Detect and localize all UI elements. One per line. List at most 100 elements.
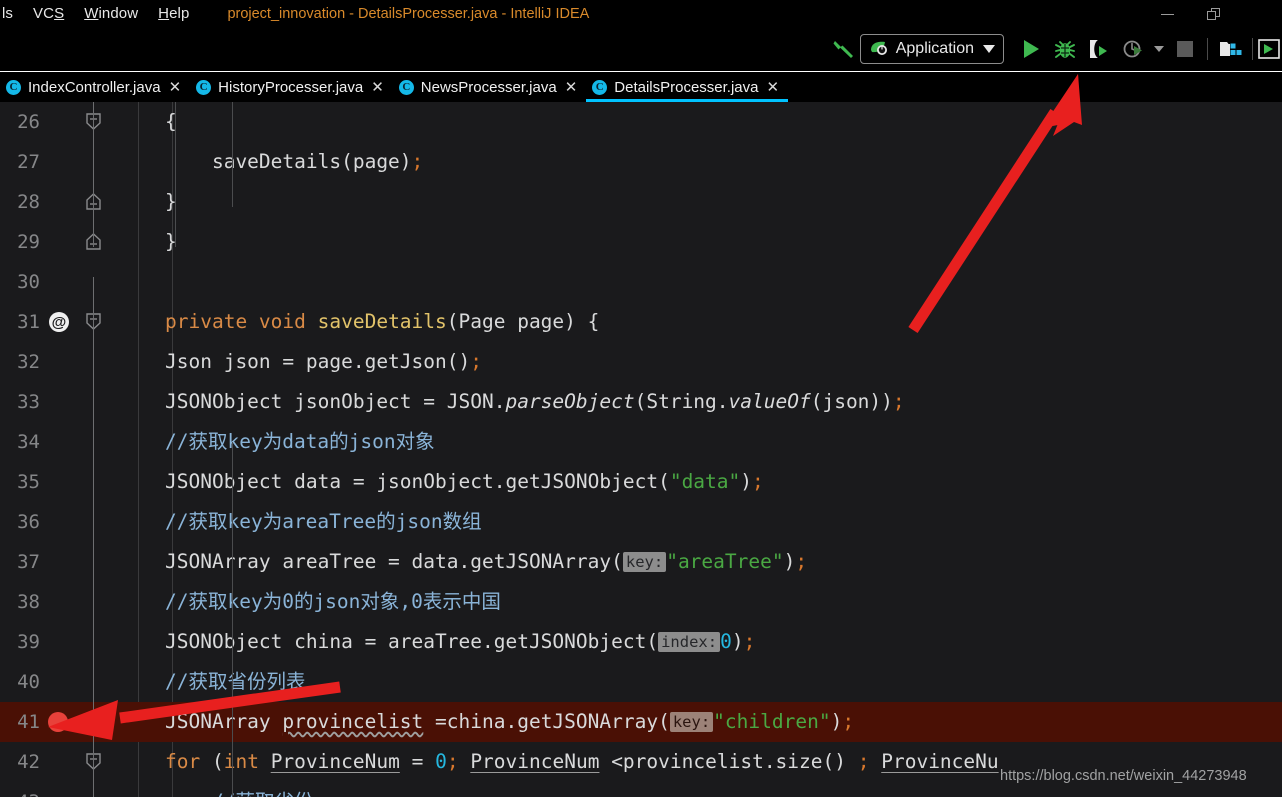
editor-tab-indexcontroller[interactable]: C IndexController.java ✕: [0, 72, 190, 102]
line-number: 37: [17, 551, 40, 573]
spring-leaf-icon: [870, 41, 887, 55]
menu-item-help-mnemonic: H: [158, 5, 170, 22]
stop-button[interactable]: [1168, 28, 1202, 70]
code-line-38[interactable]: 38 //获取key为0的json对象,0表示中国: [0, 582, 1282, 622]
code-text: JSONArray areaTree = data.getJSONArray(k…: [165, 550, 808, 573]
breakpoint-marker[interactable]: [48, 712, 68, 732]
menu-item-vcs-pre: VC: [33, 5, 55, 22]
code-line-31[interactable]: 31 @ private void saveDetails(Page page) {: [0, 302, 1282, 342]
stop-square-icon: [1177, 41, 1193, 57]
code-text: saveDetails(page);: [165, 150, 424, 173]
code-text: JSONArray provincelist =china.getJSONArr…: [165, 710, 855, 733]
line-number: 32: [17, 351, 40, 373]
code-line-41[interactable]: 41 JSONArray provincelist =china.getJSONA…: [0, 702, 1282, 742]
editor-tab-historyprocesser[interactable]: C HistoryProcesser.java ✕: [190, 72, 393, 102]
menu-bar: ls VCS Window Help: [0, 0, 189, 28]
indent-guide: [232, 102, 233, 207]
profiler-button[interactable]: [1116, 28, 1150, 70]
code-text: //获取省份: [165, 782, 314, 797]
run-configuration-label: Application: [895, 40, 974, 57]
java-class-icon: C: [398, 79, 414, 95]
code-text: JSONObject china = areaTree.getJSONObjec…: [165, 630, 756, 653]
code-text: Json json = page.getJson();: [165, 350, 482, 373]
toolbar-separator: [1207, 38, 1208, 60]
editor-tab-label: HistoryProcesser.java: [218, 78, 364, 96]
menu-item-vcs[interactable]: VCS: [33, 0, 64, 28]
code-line-37[interactable]: 37 JSONArray areaTree = data.getJSONArray…: [0, 542, 1282, 582]
code-text: JSONObject jsonObject = JSON.parseObject…: [165, 390, 905, 413]
editor-tab-label: DetailsProcesser.java: [614, 78, 759, 96]
watermark-text: https://blog.csdn.net/weixin_44273948: [1000, 768, 1247, 784]
line-number: 33: [17, 391, 40, 413]
code-line-34[interactable]: 34 //获取key为data的json对象: [0, 422, 1282, 462]
window-title: project_innovation - DetailsProcesser.ja…: [227, 6, 590, 22]
code-line-39[interactable]: 39 JSONObject china = areaTree.getJSONObj…: [0, 622, 1282, 662]
code-line-26[interactable]: 26{: [0, 102, 1282, 142]
chevron-down-icon: [983, 45, 995, 53]
code-line-29[interactable]: 29}: [0, 222, 1282, 262]
title-bar: ls VCS Window Help project_innovation - …: [0, 0, 1282, 28]
code-text: //获取key为data的json对象: [165, 430, 435, 453]
code-editor[interactable]: 26{27 saveDetails(page); 28} 29} 30 31 @ priva…: [0, 102, 1282, 797]
editor-tab-label: NewsProcesser.java: [420, 78, 557, 96]
tab-close-icon[interactable]: ✕: [371, 80, 384, 95]
menu-item-vcs-mnemonic: S: [54, 5, 65, 22]
restore-button[interactable]: [1190, 0, 1236, 28]
code-line-35[interactable]: 35 JSONObject data = jsonObject.getJSONOb…: [0, 462, 1282, 502]
code-line-40[interactable]: 40 //获取省份列表: [0, 662, 1282, 702]
line-number: 35: [17, 471, 40, 493]
profiler-dropdown[interactable]: [1150, 28, 1168, 70]
menu-item-window[interactable]: Window: [84, 0, 138, 28]
run-configuration-selector[interactable]: Application: [859, 34, 1004, 64]
code-line-33[interactable]: 33 JSONObject jsonObject = JSON.parseObje…: [0, 382, 1282, 422]
toolbar-right-group: Application: [826, 28, 1282, 70]
editor-tab-newsprocesser[interactable]: C NewsProcesser.java ✕: [393, 72, 586, 102]
menu-item-tools[interactable]: ls: [2, 0, 13, 28]
code-line-30[interactable]: 30: [0, 262, 1282, 302]
coverage-icon: [1090, 40, 1107, 58]
java-class-icon: C: [6, 79, 21, 95]
menu-item-help[interactable]: Help: [158, 0, 189, 28]
line-number: 39: [17, 631, 40, 653]
run-coverage-button[interactable]: [1082, 28, 1116, 70]
run-button[interactable]: [1014, 28, 1048, 70]
editor-tab-detailsprocesser[interactable]: C DetailsProcesser.java ✕: [586, 72, 788, 102]
indent-guide: [232, 442, 233, 797]
code-line-36[interactable]: 36 //获取key为areaTree的json数组: [0, 502, 1282, 542]
indent-guide: [175, 102, 176, 247]
close-button[interactable]: [1236, 0, 1282, 28]
code-line-43[interactable]: 43 //获取省份: [0, 782, 1282, 797]
code-line-32[interactable]: 32 Json json = page.getJson();: [0, 342, 1282, 382]
tab-close-icon[interactable]: ✕: [565, 80, 578, 95]
run-anything-button[interactable]: [1258, 28, 1280, 70]
code-text: //获取key为areaTree的json数组: [165, 510, 482, 533]
line-number: 26: [17, 111, 40, 133]
code-text: //获取key为0的json对象,0表示中国: [165, 590, 501, 613]
tab-close-icon[interactable]: ✕: [767, 80, 780, 95]
line-number: 42: [17, 751, 40, 773]
line-number: 29: [17, 231, 40, 253]
fold-rail: [93, 317, 94, 442]
menu-item-help-label: elp: [169, 5, 190, 22]
project-structure-icon: [1220, 42, 1242, 56]
java-class-icon: C: [592, 79, 608, 95]
fold-rail: [93, 442, 94, 762]
line-number: 30: [17, 271, 40, 293]
line-number: 43: [0, 782, 40, 797]
code-text: private void saveDetails(Page page) {: [165, 310, 600, 333]
build-button[interactable]: [826, 28, 860, 70]
line-number: 31: [17, 311, 40, 333]
menu-item-window-label: indow: [98, 5, 139, 22]
code-line-27[interactable]: 27 saveDetails(page);: [0, 142, 1282, 182]
tab-close-icon[interactable]: ✕: [169, 80, 182, 95]
code-lines-container[interactable]: 26{27 saveDetails(page); 28} 29} 30 31 @ priva…: [0, 102, 1282, 797]
line-number: 38: [17, 591, 40, 613]
project-structure-button[interactable]: [1213, 28, 1247, 70]
code-line-28[interactable]: 28}: [0, 182, 1282, 222]
debug-button[interactable]: [1048, 28, 1082, 70]
minimize-button[interactable]: [1144, 0, 1190, 28]
code-text: for (int ProvinceNum = 0; ProvinceNum <p…: [165, 750, 999, 773]
minimize-icon: [1160, 13, 1174, 15]
toolbar-separator-2: [1252, 38, 1253, 60]
annotation-marker-icon[interactable]: @: [49, 312, 69, 332]
